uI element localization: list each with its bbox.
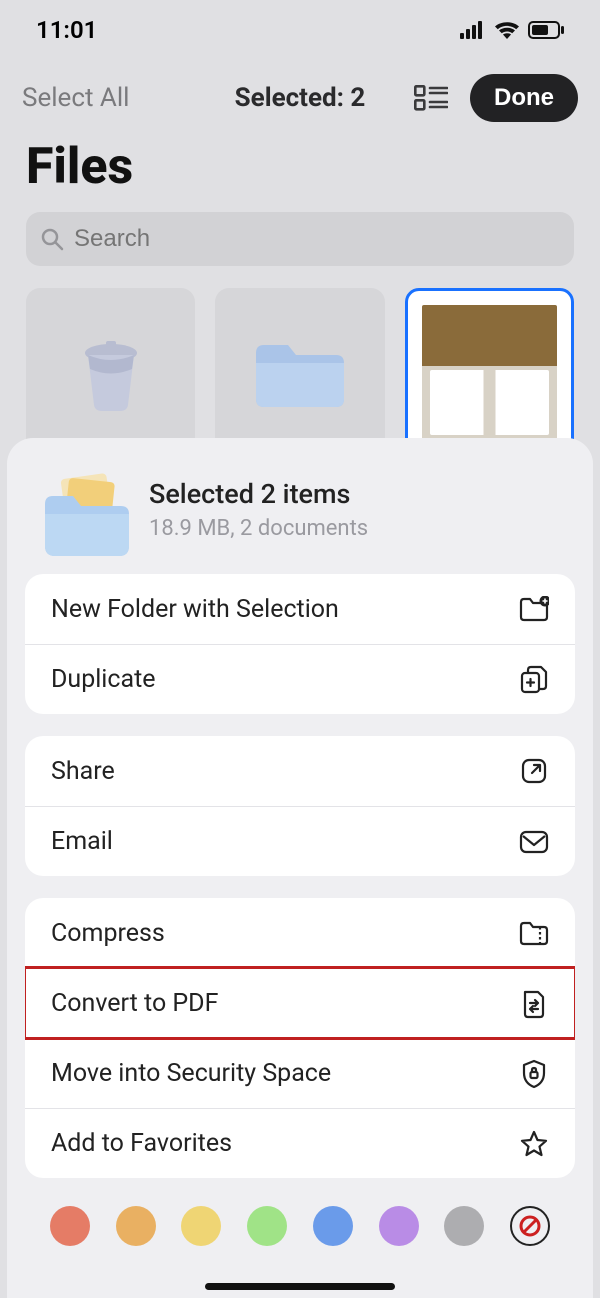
wifi-icon xyxy=(494,20,520,40)
action-group-2: Share Email xyxy=(25,736,575,876)
action-label: Move into Security Space xyxy=(51,1059,331,1088)
color-tag-row xyxy=(7,1200,593,1246)
status-bar: 11:01 xyxy=(0,0,600,54)
select-all-button[interactable]: Select All xyxy=(22,83,207,113)
page-title: Files xyxy=(0,128,600,212)
color-tag-blue[interactable] xyxy=(313,1206,353,1246)
done-button[interactable]: Done xyxy=(470,74,578,122)
action-sheet: Selected 2 items 18.9 MB, 2 documents Ne… xyxy=(7,438,593,1298)
search-icon xyxy=(40,227,64,251)
action-label: Compress xyxy=(51,919,165,948)
action-add-favorites[interactable]: Add to Favorites xyxy=(25,1108,575,1178)
shield-lock-icon xyxy=(519,1059,549,1089)
color-tag-red[interactable] xyxy=(50,1206,90,1246)
action-security-space[interactable]: Move into Security Space xyxy=(25,1038,575,1108)
action-convert-pdf[interactable]: Convert to PDF xyxy=(25,968,575,1038)
view-toggle-icon[interactable] xyxy=(414,85,448,111)
compress-icon xyxy=(519,918,549,948)
email-icon xyxy=(519,827,549,857)
image-thumbnail xyxy=(422,305,557,441)
action-label: New Folder with Selection xyxy=(51,595,339,624)
action-duplicate[interactable]: Duplicate xyxy=(25,644,575,714)
home-indicator[interactable] xyxy=(205,1283,395,1290)
tile-image-selected[interactable] xyxy=(405,288,574,458)
folder-icon xyxy=(250,333,350,413)
selection-toolbar: Select All Selected: 2 Done xyxy=(0,54,600,128)
color-tag-green[interactable] xyxy=(247,1206,287,1246)
status-time: 11:01 xyxy=(36,16,97,44)
sheet-title: Selected 2 items xyxy=(149,478,368,510)
action-label: Email xyxy=(51,827,113,856)
color-tag-yellow[interactable] xyxy=(181,1206,221,1246)
action-new-folder[interactable]: New Folder with Selection xyxy=(25,574,575,644)
tile-folder[interactable] xyxy=(215,288,384,458)
sheet-subtitle: 18.9 MB, 2 documents xyxy=(149,516,368,541)
battery-icon xyxy=(528,21,564,39)
action-group-1: New Folder with Selection Duplicate xyxy=(25,574,575,714)
color-tag-purple[interactable] xyxy=(379,1206,419,1246)
action-label: Convert to PDF xyxy=(51,989,218,1018)
search-field[interactable] xyxy=(26,212,574,266)
color-tag-none[interactable] xyxy=(510,1206,550,1246)
cellular-icon xyxy=(460,21,486,39)
files-grid xyxy=(0,288,600,458)
action-email[interactable]: Email xyxy=(25,806,575,876)
star-icon xyxy=(519,1129,549,1159)
tile-trash[interactable] xyxy=(26,288,195,458)
action-label: Share xyxy=(51,757,115,786)
trash-icon xyxy=(76,333,146,413)
status-icons xyxy=(460,20,564,40)
selection-folder-icon xyxy=(37,470,125,548)
convert-pdf-icon xyxy=(519,989,549,1019)
color-tag-gray[interactable] xyxy=(444,1206,484,1246)
search-input[interactable] xyxy=(74,225,560,253)
color-tag-orange[interactable] xyxy=(116,1206,156,1246)
selected-count-label: Selected: 2 xyxy=(207,83,392,113)
action-compress[interactable]: Compress xyxy=(25,898,575,968)
duplicate-icon xyxy=(519,665,549,695)
action-label: Duplicate xyxy=(51,665,156,694)
action-group-3: Compress Convert to PDF Move into Securi… xyxy=(25,898,575,1178)
action-label: Add to Favorites xyxy=(51,1129,232,1158)
sheet-header: Selected 2 items 18.9 MB, 2 documents xyxy=(7,462,593,574)
folder-plus-icon xyxy=(519,594,549,624)
share-icon xyxy=(519,756,549,786)
action-share[interactable]: Share xyxy=(25,736,575,806)
